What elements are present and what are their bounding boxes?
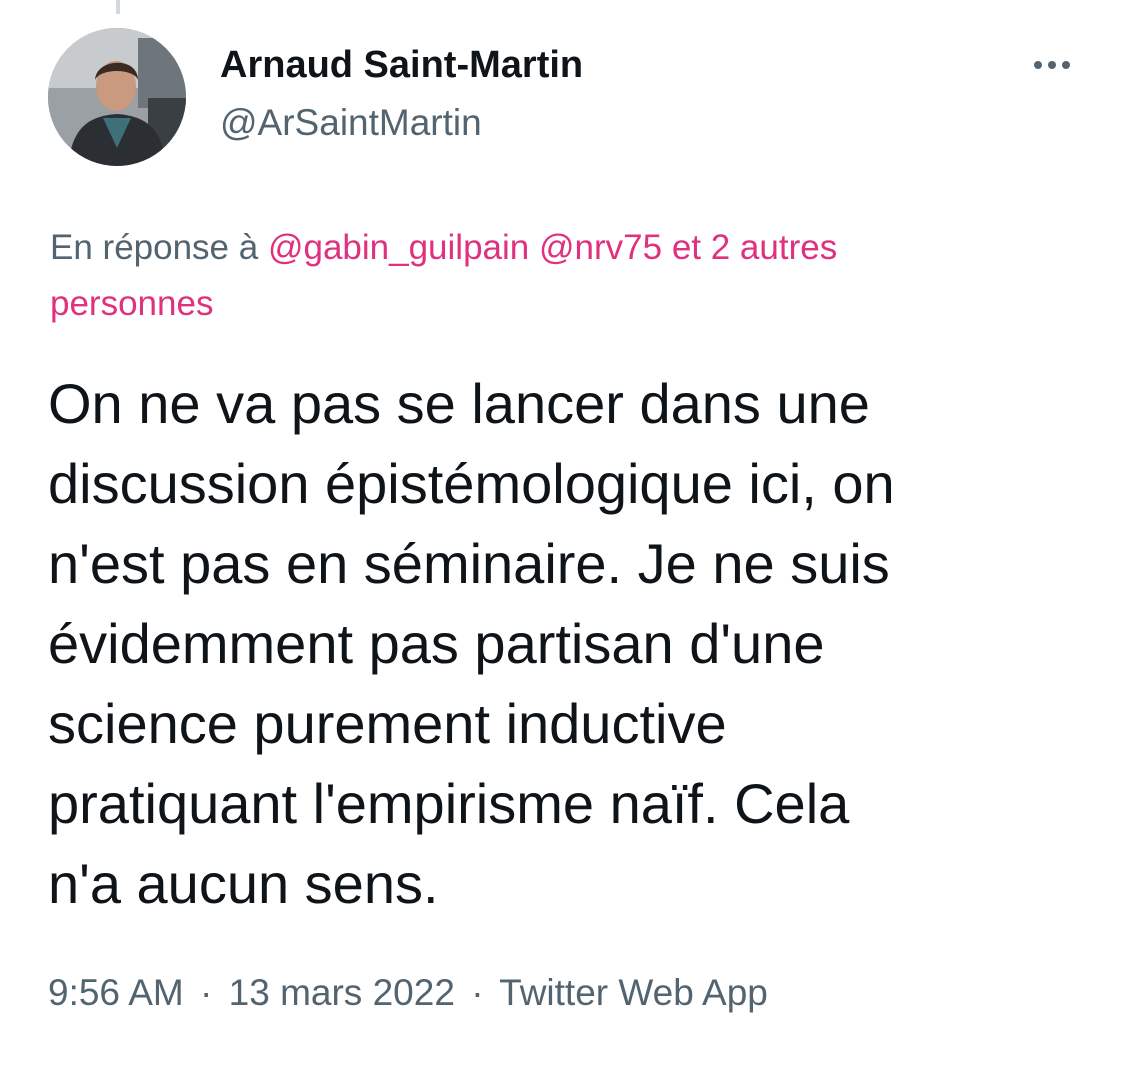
more-options-button[interactable]: [1024, 50, 1080, 80]
tweet-text: On ne va pas se lancer dans une discussi…: [48, 372, 895, 915]
tweet-source-link[interactable]: Twitter Web App: [499, 972, 768, 1013]
profile-photo-icon: [48, 28, 186, 166]
mention-link[interactable]: @gabin_guilpain: [268, 228, 529, 267]
meta-separator: ·: [200, 972, 213, 1013]
tweet-time-link[interactable]: 9:56 AM: [48, 972, 184, 1013]
author-display-name[interactable]: Arnaud Saint-Martin: [220, 44, 583, 87]
meta-separator: ·: [471, 972, 484, 1013]
more-horizontal-icon: [1062, 61, 1070, 69]
tweet-date-link[interactable]: 13 mars 2022: [229, 972, 455, 1013]
author-handle[interactable]: @ArSaintMartin: [220, 102, 482, 144]
more-horizontal-icon: [1048, 61, 1056, 69]
tweet-meta: 9:56 AM · 13 mars 2022 · Twitter Web App: [48, 972, 768, 1014]
mention-link[interactable]: @nrv75: [539, 228, 662, 267]
thread-connector-line: [116, 0, 120, 14]
avatar[interactable]: [48, 28, 186, 166]
more-horizontal-icon: [1034, 61, 1042, 69]
reply-context: En réponse à @gabin_guilpain @nrv75 et 2…: [50, 220, 1010, 332]
reply-prefix: En réponse à: [50, 228, 259, 267]
